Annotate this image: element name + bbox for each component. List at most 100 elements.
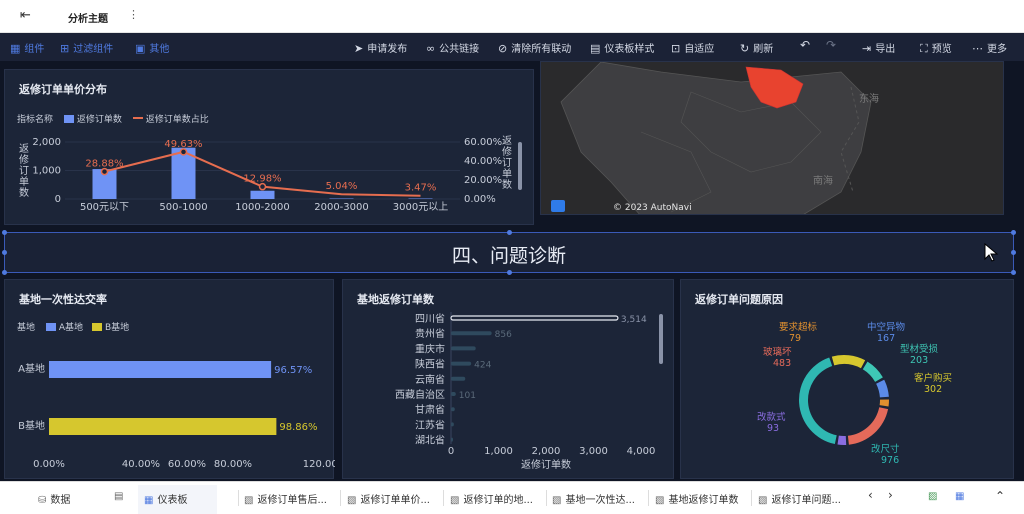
pie-slice [837, 435, 847, 445]
bar [408, 198, 433, 199]
add-chart-icon[interactable]: ▨ [928, 491, 937, 502]
tab-chart-6[interactable]: ▧ 返修订单问题... [758, 491, 841, 506]
y-tick-label: 0 [55, 194, 61, 205]
map-card[interactable]: 东海 南海 © 2023 AutoNavi [540, 61, 1004, 215]
y-tick-label: 湖北省 [415, 434, 445, 447]
tab-chart-3[interactable]: ▧ 返修订单的地... [450, 491, 533, 506]
other-button[interactable]: ▣ 其他 [135, 40, 169, 55]
dashboard-tab[interactable]: ▦ 仪表板 [138, 485, 218, 514]
adaptive-button[interactable]: ⊡ 自适应 [671, 40, 714, 55]
repair-count-card[interactable]: 基地返修订单数 四川省 3,514 贵州省 856 重庆市 陕西省 424 云南省 西藏自治区 1… [342, 279, 674, 479]
data-tab[interactable]: ⛁ 数据 [38, 491, 70, 506]
slice-value: 976 [881, 455, 899, 466]
y-tick-label: 甘肃省 [415, 403, 445, 416]
slice-label: 中空异物 [867, 321, 906, 333]
map-label: 东海 [859, 92, 879, 105]
price-distribution-card[interactable]: 返修订单单价分布 指标名称 返修订单数 返修订单数占比 返修订单数 返修订单数 … [4, 69, 534, 225]
more-options-icon[interactable]: ⋮ [128, 8, 139, 21]
apply-publish-button[interactable]: ➤ 申请发布 [354, 40, 407, 55]
tab-chart-4[interactable]: ▧ 基地一次性达... [552, 491, 635, 506]
unlink-icon: ⊘ [498, 42, 508, 55]
bar [451, 422, 454, 427]
table-tab[interactable]: ▤ [114, 491, 127, 502]
database-icon: ⛁ [38, 495, 47, 506]
data-label: 49.63% [164, 139, 202, 150]
section-banner[interactable]: 四、问题诊断 [2, 230, 1016, 275]
clear-linkage-button[interactable]: ⊘ 清除所有联动 [498, 40, 571, 55]
x-tick-label: 500元以下 [80, 202, 129, 213]
scrollbar[interactable] [518, 142, 522, 190]
send-icon: ➤ [354, 42, 364, 55]
tab-divider [751, 490, 752, 506]
bar [450, 315, 619, 321]
dashboard-title[interactable]: 分析主题 [68, 10, 108, 25]
x-tick-label: 0 [448, 446, 454, 457]
delivery-rate-chart: A基地 96.57% B基地 98.86% 0.00% 40.00% 60.00% 80.00… [18, 361, 335, 470]
chart-icon: ▧ [347, 495, 357, 506]
tab-divider [238, 490, 239, 506]
dashboard-canvas: 返修订单单价分布 指标名称 返修订单数 返修订单数占比 返修订单数 返修订单数 … [0, 61, 1024, 481]
more-icon: ⋯ [972, 42, 983, 55]
style-icon: ▤ [590, 42, 601, 55]
filter-icon: ⊞ [60, 42, 70, 55]
resize-handle[interactable] [507, 230, 512, 235]
component-icon: ▦ [10, 42, 21, 55]
resize-handle[interactable] [1011, 270, 1016, 275]
tab-chart-2[interactable]: ▧ 返修订单单价... [347, 491, 430, 506]
resize-handle[interactable] [2, 230, 7, 235]
y-tick-label: 2,000 [32, 137, 61, 148]
data-label: 101 [459, 391, 476, 401]
y-tick-label: 重庆市 [415, 342, 445, 355]
x-tick-label: 4,000 [627, 446, 656, 457]
x-tick-label: 2,000 [532, 446, 561, 457]
refresh-button[interactable]: ↻ 刷新 [740, 40, 773, 55]
problem-reason-chart: 改尺寸976 客户购买302 型材受损203 中空异物167 要求超标79 玻璃坏483 改… [757, 321, 952, 466]
data-label: 856 [495, 330, 512, 340]
undo-icon: ↶ [800, 38, 811, 52]
map-copyright: © 2023 AutoNavi [613, 203, 692, 213]
slice-value: 79 [789, 333, 801, 344]
x-tick-label: 40.00% [122, 459, 160, 470]
collapse-icon[interactable]: ⌃ [995, 489, 1005, 503]
bar [451, 437, 453, 442]
bar [451, 361, 472, 366]
mouse-cursor-icon [984, 243, 999, 262]
export-button[interactable]: ⇥ 导出 [862, 40, 895, 55]
resize-handle[interactable] [2, 270, 7, 275]
y-tick-label: 四川省 [415, 312, 445, 325]
public-link-button[interactable]: ∞ 公共链接 [426, 40, 479, 55]
tab-scroll-left-icon[interactable]: ‹ [868, 488, 873, 502]
tab-scroll-right-icon[interactable]: › [888, 488, 893, 502]
more-button[interactable]: ⋯ 更多 [972, 40, 1007, 55]
redo-icon: ↷ [826, 38, 837, 52]
component-button[interactable]: ▦ 组件 [10, 40, 44, 55]
y-axis-right-label: 返修订单数 [502, 135, 512, 191]
tab-chart-5[interactable]: ▧ 基地返修订单数 [655, 491, 738, 506]
resize-handle[interactable] [1011, 230, 1016, 235]
y-tick-label-right: 0.00% [464, 194, 496, 205]
delivery-rate-card[interactable]: 基地一次性达交率 基地 A基地 B基地 A基地 96.57% B基地 98.86% 0.… [4, 279, 335, 479]
resize-handle[interactable] [507, 270, 512, 275]
filter-component-button[interactable]: ⊞ 过滤组件 [60, 40, 113, 55]
tab-chart-1[interactable]: ▧ 返修订单售后... [244, 491, 327, 506]
section-title: 四、问题诊断 [451, 245, 566, 267]
tab-divider [546, 490, 547, 506]
problem-reason-card[interactable]: 返修订单问题原因 改尺寸 976 客户购买 302 型材受损 203 中空异物 167 要求超标… [680, 279, 1014, 479]
redo-button[interactable]: ↷ [826, 38, 836, 52]
map-view[interactable]: 东海 南海 © 2023 AutoNavi [541, 62, 1004, 215]
scrollbar[interactable] [659, 314, 663, 364]
bar [451, 392, 456, 396]
preview-button[interactable]: ⛶ 预览 [920, 40, 952, 56]
toolbar: ▦ 组件 ⊞ 过滤组件 ▣ 其他 ➤ 申请发布 ∞ 公共链接 ⊘ 清除所有联动 ▤ 仪表板样式… [0, 33, 1024, 61]
exit-icon[interactable]: ⇤ [20, 8, 31, 23]
x-axis-label: 返修订单数 [521, 458, 571, 471]
undo-button[interactable]: ↶ [800, 38, 810, 52]
data-label: 3,514 [621, 315, 647, 325]
resize-handle[interactable] [2, 250, 7, 255]
dashboard-style-button[interactable]: ▤ 仪表板样式 [590, 40, 654, 55]
add-dashboard-icon[interactable]: ▦ [955, 491, 964, 502]
pie-slice [799, 357, 837, 445]
slice-label: 要求超标 [779, 321, 818, 333]
resize-handle[interactable] [1011, 250, 1016, 255]
y-tick-label-right: 60.00% [464, 137, 502, 148]
